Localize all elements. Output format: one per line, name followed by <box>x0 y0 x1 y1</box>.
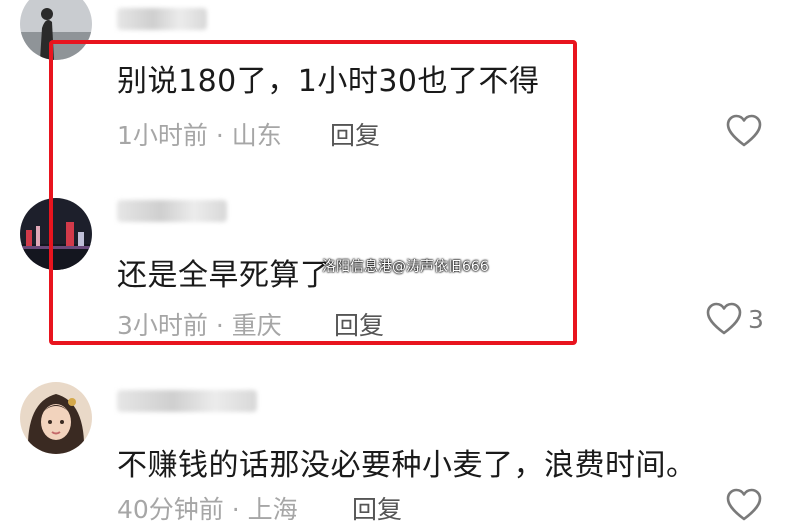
heart-outline-icon <box>726 488 762 522</box>
reply-button[interactable]: 回复 <box>352 490 402 526</box>
avatar[interactable] <box>20 0 92 60</box>
comment-location: 山东 <box>231 121 282 150</box>
comment-item: 不赚钱的话那没必要种小麦了，浪费时间。 40分钟前 · 上海 回复 <box>0 360 799 531</box>
comment-meta: 40分钟前 · 上海 <box>117 490 298 526</box>
heart-outline-icon <box>726 114 762 148</box>
reply-button[interactable]: 回复 <box>334 306 384 342</box>
reply-button[interactable]: 回复 <box>330 116 380 152</box>
comment-item: 别说180了，1小时30也了不得 1小时前 · 山东 回复 <box>0 0 799 170</box>
comment-meta: 1小时前 · 山东 <box>117 116 282 152</box>
like-count: 3 <box>748 304 764 334</box>
comment-text: 别说180了，1小时30也了不得 <box>117 64 540 99</box>
avatar[interactable] <box>20 198 92 270</box>
comment-location: 重庆 <box>231 311 282 340</box>
meta-separator: · <box>215 311 224 340</box>
username-blurred <box>117 200 227 222</box>
comment-text: 还是全旱死算了 <box>117 258 331 293</box>
like-button[interactable] <box>726 488 768 522</box>
username-blurred <box>117 390 257 412</box>
comment-meta: 3小时前 · 重庆 <box>117 306 282 342</box>
watermark: 洛阳信息港@涛声依旧666 <box>322 259 489 275</box>
like-button[interactable] <box>726 114 768 148</box>
username-blurred <box>117 8 207 30</box>
meta-separator: · <box>215 121 224 150</box>
comment-location: 上海 <box>247 495 298 524</box>
comment-time: 40分钟前 <box>117 495 224 524</box>
like-button[interactable]: 3 <box>706 302 764 336</box>
comment-text: 不赚钱的话那没必要种小麦了，浪费时间。 <box>117 448 697 483</box>
heart-outline-icon <box>706 302 742 336</box>
avatar[interactable] <box>20 382 92 454</box>
meta-separator: · <box>231 495 240 524</box>
comment-time: 1小时前 <box>117 121 208 150</box>
comment-time: 3小时前 <box>117 311 208 340</box>
